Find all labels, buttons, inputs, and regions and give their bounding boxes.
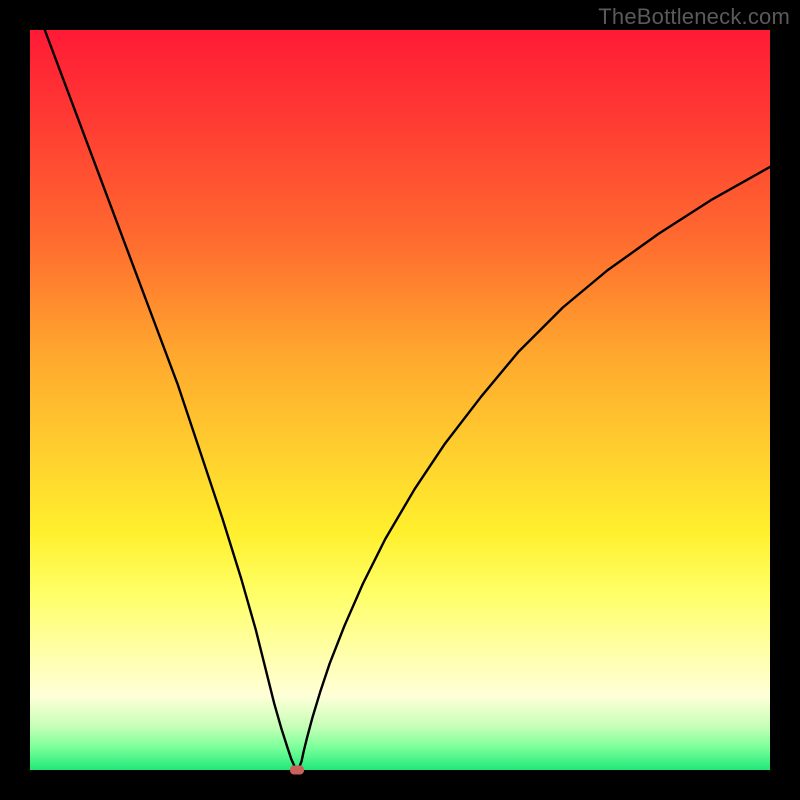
chart-frame: TheBottleneck.com <box>0 0 800 800</box>
bottleneck-curve <box>45 30 770 770</box>
plot-area <box>30 30 770 770</box>
watermark-label: TheBottleneck.com <box>598 4 790 30</box>
optimum-marker <box>290 766 304 775</box>
curve-layer <box>30 30 770 770</box>
